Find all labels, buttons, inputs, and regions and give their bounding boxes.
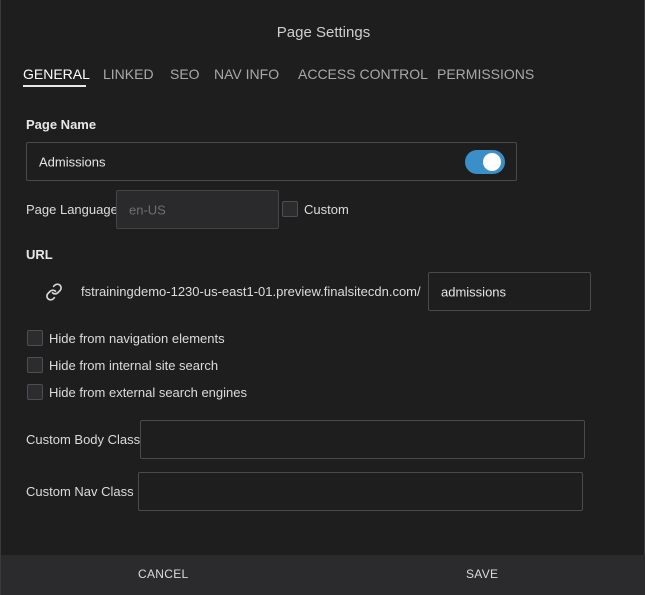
- hide-navigation-label: Hide from navigation elements: [49, 331, 225, 346]
- page-language-placeholder: en-US: [129, 202, 166, 217]
- custom-body-class-input[interactable]: [140, 420, 585, 459]
- url-slug-value: admissions: [441, 284, 507, 299]
- page-name-value: Admissions: [39, 154, 106, 169]
- page-name-input[interactable]: Admissions: [26, 142, 517, 181]
- page-language-input[interactable]: en-US: [116, 190, 279, 229]
- tab-label: ACCESS CONTROL: [298, 66, 428, 82]
- url-slug-input[interactable]: admissions: [428, 272, 591, 311]
- tab-permissions[interactable]: PERMISSIONS: [437, 66, 534, 82]
- custom-language-label: Custom: [304, 202, 349, 217]
- dialog-title: Page Settings: [276, 24, 371, 41]
- tab-general[interactable]: GENERAL: [23, 66, 90, 87]
- hide-navigation-checkbox[interactable]: [27, 330, 43, 346]
- cancel-button[interactable]: CANCEL: [138, 567, 188, 581]
- page-enabled-toggle[interactable]: [465, 150, 505, 174]
- tab-seo[interactable]: SEO: [170, 66, 200, 82]
- tab-label: NAV INFO: [214, 66, 280, 82]
- tab-label: GENERAL: [23, 66, 90, 82]
- tab-label: SEO: [170, 66, 200, 82]
- tab-linked[interactable]: LINKED: [103, 66, 154, 82]
- hide-external-search-checkbox[interactable]: [27, 384, 43, 400]
- tab-label: LINKED: [103, 66, 154, 82]
- custom-body-class-label: Custom Body Class: [26, 432, 141, 447]
- hide-external-search-label: Hide from external search engines: [49, 385, 247, 400]
- hide-internal-search-checkbox[interactable]: [27, 357, 43, 373]
- tab-access-control[interactable]: ACCESS CONTROL: [298, 66, 428, 82]
- tab-nav-info[interactable]: NAV INFO: [214, 66, 279, 82]
- custom-nav-class-label: Custom Nav Class: [26, 484, 134, 499]
- page-language-label: Page Language: [26, 202, 118, 217]
- custom-nav-class-input[interactable]: [138, 472, 583, 511]
- url-label: URL: [26, 247, 53, 262]
- active-tab-indicator: [23, 85, 86, 87]
- toggle-knob: [483, 153, 501, 171]
- link-icon: [45, 283, 63, 301]
- page-name-label: Page Name: [26, 117, 97, 132]
- custom-language-checkbox[interactable]: [282, 201, 298, 217]
- save-button[interactable]: SAVE: [466, 567, 498, 581]
- url-prefix: fstrainingdemo-1230-us-east1-01.preview.…: [81, 284, 421, 299]
- dialog-footer: CANCEL SAVE: [1, 555, 645, 595]
- tab-label: PERMISSIONS: [437, 66, 535, 82]
- hide-internal-search-label: Hide from internal site search: [49, 358, 219, 373]
- page-settings-dialog: Page Settings GENERAL LINKED SEO NAV INF…: [0, 0, 645, 595]
